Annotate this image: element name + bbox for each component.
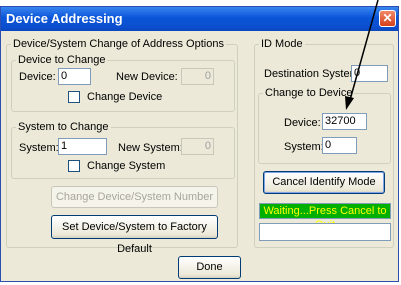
annotation-arrow-icon xyxy=(345,0,379,110)
